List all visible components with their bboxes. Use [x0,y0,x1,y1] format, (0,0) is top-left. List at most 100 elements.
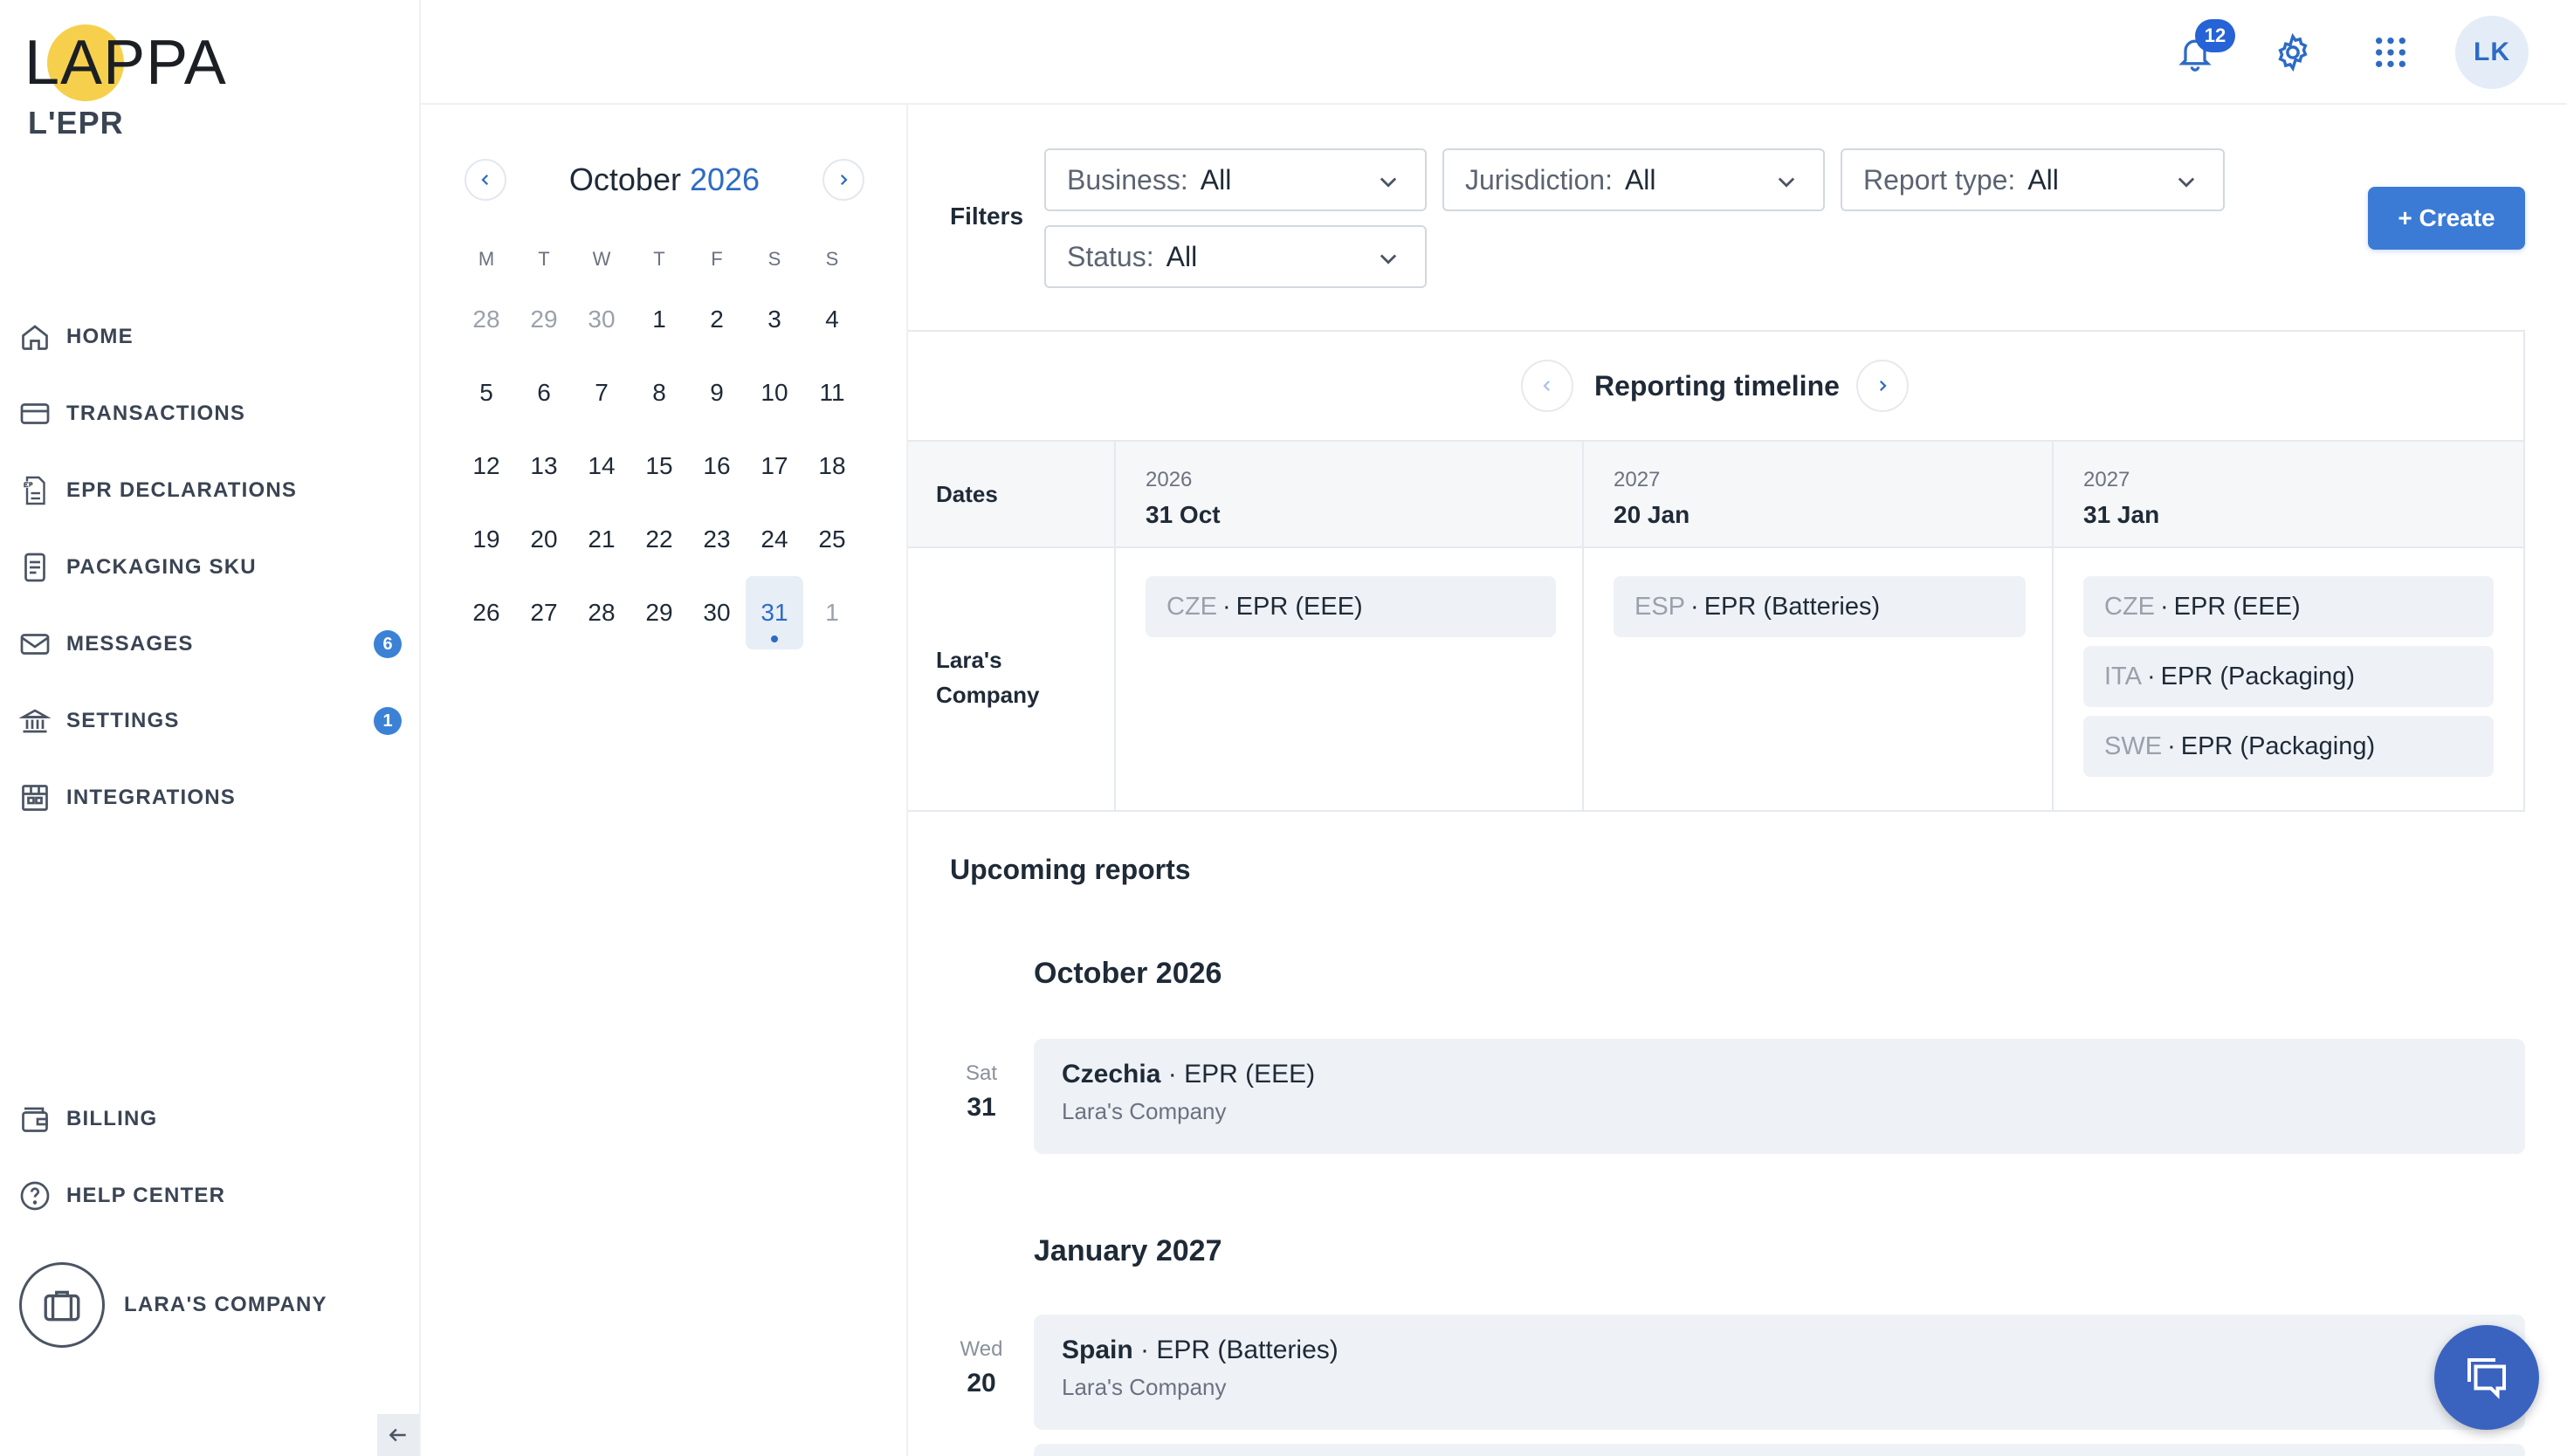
chevron-down-icon [1778,177,1795,188]
chip-separator: · [2146,662,2156,690]
calendar-day[interactable]: 24 [746,503,803,576]
calendar-day[interactable]: 1 [803,576,861,649]
chip-country-code: CZE [1167,592,1217,621]
create-button[interactable]: + Create [2368,187,2525,250]
calendar-day[interactable]: 21 [573,503,630,576]
report-card-title: Spain · EPR (Batteries) [1062,1336,2497,1365]
sidebar-item-help-center[interactable]: HELP CENTER [17,1170,410,1222]
company-name: LARA'S COMPANY [124,1293,327,1316]
calendar-day[interactable]: 5 [458,356,515,429]
business-filter-select[interactable]: Business: All [1044,148,1427,211]
calendar-day[interactable]: 11 [803,356,861,429]
notifications-count-badge: 12 [2195,19,2235,52]
calendar-day[interactable]: 28 [458,283,515,356]
sidebar-item-epr-declarations[interactable]: EPR DECLARATIONS [17,464,410,517]
lappa-logo[interactable]: LAPPA [24,21,226,108]
timeline-prev-button[interactable] [1521,360,1573,412]
calendar-week: 19 20 21 22 23 24 25 [458,503,863,576]
calendar-day[interactable]: 29 [515,283,573,356]
calendar-day[interactable]: 15 [630,429,688,503]
calendar-day[interactable]: 16 [688,429,746,503]
report-day-label: Wed 20 [929,1337,1034,1398]
upcoming-month-title: January 2027 [1034,1234,1222,1267]
weekday-label: S [825,248,839,270]
collapse-sidebar-button[interactable] [377,1414,419,1456]
report-type: EPR (Batteries) [1156,1336,1339,1364]
calendar-day[interactable]: 2 [688,283,746,356]
calendar-day[interactable]: 18 [803,429,861,503]
sidebar-item-messages[interactable]: MESSAGES 6 [17,618,410,670]
timeline-report-chip[interactable]: SWE · EPR (Packaging) [2083,716,2494,777]
sidebar-item-integrations[interactable]: INTEGRATIONS [17,772,410,824]
company-switcher[interactable]: LARA'S COMPANY [19,1262,327,1348]
timeline-report-chip[interactable]: CZE · EPR (EEE) [2083,576,2494,637]
chip-report-type: EPR (Packaging) [2180,731,2376,760]
calendar-day[interactable]: 30 [688,576,746,649]
upcoming-report-card-partial[interactable] [1034,1444,2525,1456]
calendar-day[interactable]: 4 [803,283,861,356]
sidebar-item-transactions[interactable]: TRANSACTIONS [17,388,410,440]
calendar-day[interactable]: 19 [458,503,515,576]
chip-separator: · [2167,731,2176,760]
calendar-next-month-button[interactable] [822,159,864,201]
sidebar-item-settings[interactable]: SETTINGS 1 [17,695,410,747]
calendar-month: October [568,161,681,197]
sidebar-item-home[interactable]: HOME [17,311,410,363]
calendar-day[interactable]: 9 [688,356,746,429]
timeline-date: 31 Jan [2083,501,2160,528]
calendar-day[interactable]: 14 [573,429,630,503]
company-row-label: Lara's Company [936,647,1040,708]
timeline-report-chip[interactable]: ESP · EPR (Batteries) [1614,576,2026,637]
calendar-day[interactable]: 28 [573,576,630,649]
calendar-day[interactable]: 25 [803,503,861,576]
calendar-day[interactable]: 13 [515,429,573,503]
sidebar-item-billing[interactable]: BILLING [17,1093,410,1145]
report-type-filter-label: Report type: [1863,163,2016,196]
calendar-day[interactable]: 6 [515,356,573,429]
timeline-next-button[interactable] [1856,360,1909,412]
calendar-day[interactable]: 27 [515,576,573,649]
jurisdiction-filter-select[interactable]: Jurisdiction: All [1442,148,1825,211]
upcoming-report-card[interactable]: Czechia · EPR (EEE) Lara's Company [1034,1039,2525,1154]
sidebar-item-packaging-sku[interactable]: PACKAGING SKU [17,541,410,594]
chip-separator: · [2160,592,2169,621]
calendar-day[interactable]: 8 [630,356,688,429]
report-type-filter-select[interactable]: Report type: All [1841,148,2225,211]
upcoming-report-card[interactable]: Spain · EPR (Batteries) Lara's Company [1034,1315,2525,1430]
apps-grid-button[interactable] [2364,26,2417,79]
wallet-icon [17,1102,52,1137]
calendar-day[interactable]: 22 [630,503,688,576]
calendar-day[interactable]: 20 [515,503,573,576]
timeline-dates-row: Dates 2026 31 Oct 2027 20 Jan 2027 31 Ja… [908,442,2523,548]
chip-country-code: SWE [2104,731,2163,760]
chevron-right-icon [1879,380,1887,392]
epr-document-icon [17,473,52,508]
calendar-day[interactable]: 26 [458,576,515,649]
status-filter-select[interactable]: Status: All [1044,225,1427,288]
calendar-day[interactable]: 23 [688,503,746,576]
notifications-button[interactable]: 12 [2169,19,2235,79]
chip-report-type: EPR (EEE) [1235,592,1363,621]
timeline-report-chip[interactable]: ITA · EPR (Packaging) [2083,646,2494,707]
calendar-week: 28 29 30 1 2 3 4 [458,283,863,356]
sidebar-item-label: EPR DECLARATIONS [66,478,298,502]
chat-support-button[interactable] [2434,1325,2539,1430]
timeline-report-chip[interactable]: CZE · EPR (EEE) [1146,576,1556,637]
calendar-day[interactable]: 3 [746,283,803,356]
timeline-title: Reporting timeline [1594,370,1840,402]
calendar-day[interactable]: 30 [573,283,630,356]
user-avatar[interactable]: LK [2455,16,2529,89]
calendar-prev-month-button[interactable] [465,159,506,201]
bank-icon [17,704,52,738]
calendar-day-number: 31 [760,599,788,626]
top-bar: 12 LK [421,0,2567,105]
calendar-day[interactable]: 12 [458,429,515,503]
calendar-day[interactable]: 7 [573,356,630,429]
document-icon [17,550,52,585]
calendar-day[interactable]: 17 [746,429,803,503]
calendar-day[interactable]: 10 [746,356,803,429]
settings-gear-button[interactable] [2267,26,2319,79]
calendar-day[interactable]: 29 [630,576,688,649]
calendar-day[interactable]: 1 [630,283,688,356]
calendar-day-selected[interactable]: 31 [746,576,803,649]
